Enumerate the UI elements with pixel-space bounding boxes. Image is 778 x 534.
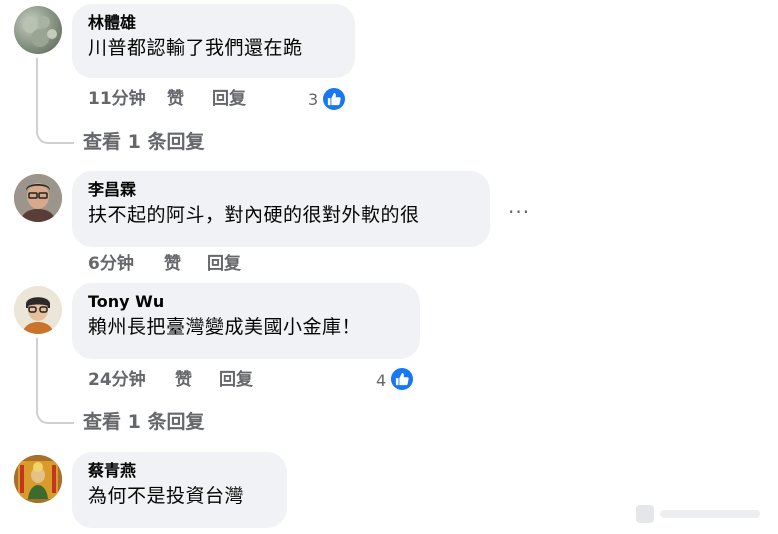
watermark-logo: [636, 505, 760, 523]
reaction-count[interactable]: 4: [376, 370, 386, 392]
view-replies-link[interactable]: 查看 1 条回复: [83, 130, 204, 154]
comment-text: 川普都認輸了我們還在跪: [88, 37, 303, 59]
comment-text: 賴州長把臺灣變成美國小金庫！: [88, 316, 362, 338]
comment-time[interactable]: 11分钟: [88, 88, 146, 110]
commenter-name[interactable]: Tony Wu: [88, 292, 406, 312]
reply-button[interactable]: 回复: [219, 369, 253, 391]
commenter-name[interactable]: 李昌霖: [88, 180, 476, 200]
thumbs-up-icon[interactable]: [321, 86, 347, 112]
avatar[interactable]: [14, 455, 62, 503]
comment-time[interactable]: 24分钟: [88, 369, 146, 391]
comment-bubble: 蔡青燕 為何不是投資台灣: [72, 452, 287, 528]
comment-time[interactable]: 6分钟: [88, 253, 134, 275]
more-options-icon[interactable]: ···: [508, 202, 530, 222]
avatar[interactable]: [14, 286, 62, 334]
like-button[interactable]: 赞: [167, 88, 184, 110]
like-button[interactable]: 赞: [175, 369, 192, 391]
view-replies-link[interactable]: 查看 1 条回复: [83, 410, 204, 434]
reply-thread-line: [36, 338, 74, 424]
comment-bubble: Tony Wu 賴州長把臺灣變成美國小金庫！: [72, 283, 420, 359]
comment-bubble: 李昌霖 扶不起的阿斗，對內硬的很對外軟的很: [72, 171, 490, 247]
reply-thread-line: [36, 58, 74, 144]
avatar[interactable]: [14, 174, 62, 222]
comment-text: 扶不起的阿斗，對內硬的很對外軟的很: [88, 204, 420, 226]
reply-button[interactable]: 回复: [207, 253, 241, 275]
comment-text: 為何不是投資台灣: [88, 485, 245, 507]
comment-bubble: 林體雄 川普都認輸了我們還在跪: [72, 4, 355, 78]
commenter-name[interactable]: 林體雄: [88, 13, 341, 33]
avatar[interactable]: [14, 6, 62, 54]
reaction-count[interactable]: 3: [308, 89, 318, 111]
like-button[interactable]: 赞: [164, 253, 181, 275]
reply-button[interactable]: 回复: [212, 88, 246, 110]
commenter-name[interactable]: 蔡青燕: [88, 461, 273, 481]
thumbs-up-icon[interactable]: [389, 366, 415, 392]
